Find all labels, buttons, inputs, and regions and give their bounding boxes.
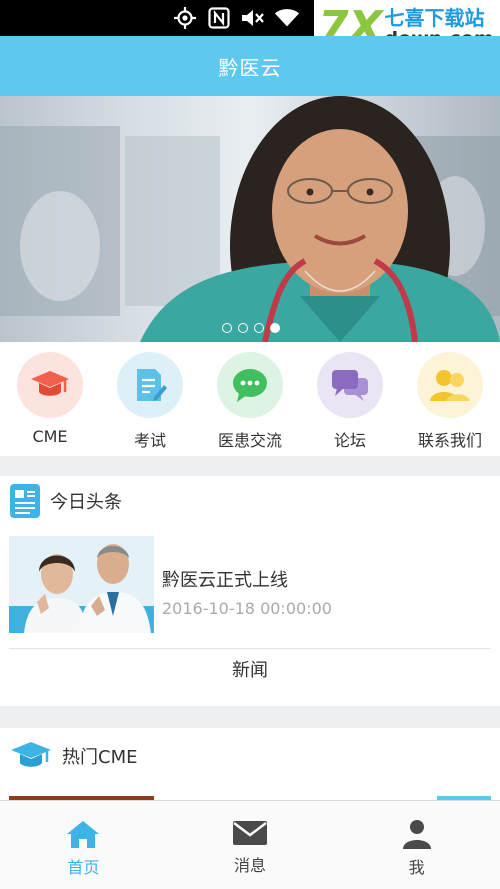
tab-label: 我: [408, 858, 425, 877]
wifi-icon: [274, 6, 300, 30]
news-timestamp: 2016-10-18 00:00:00: [162, 599, 332, 618]
chat-bubble-icon: [233, 369, 267, 402]
menu-item-doctor-patient-chat[interactable]: 医患交流: [200, 342, 300, 456]
user-icon: [402, 820, 431, 849]
hot-cme-section: 热门CME: [0, 728, 500, 800]
menu-item-forum[interactable]: 论坛: [300, 342, 400, 456]
menu-item-label: CME: [32, 427, 68, 446]
tab-label: 首页: [67, 858, 100, 877]
news-thumbnail: [9, 536, 154, 633]
section-title: 热门CME: [62, 747, 138, 768]
newspaper-icon: [10, 484, 40, 518]
page-title: 黔医云: [218, 55, 282, 80]
menu-item-contact-us[interactable]: 联系我们: [400, 342, 500, 456]
forum-icon: [332, 370, 368, 401]
mute-icon: [240, 6, 266, 30]
menu-icon-circle: [417, 352, 483, 418]
banner-image: [0, 96, 500, 342]
menu-item-exam[interactable]: 考试: [100, 342, 200, 456]
menu-item-label: 联系我们: [417, 431, 482, 450]
tab-label: 消息: [234, 856, 267, 875]
status-bar: 7X 七喜下载站 down.com: [0, 0, 500, 56]
section-title: 今日头条: [50, 492, 122, 513]
tab-messages[interactable]: 消息: [167, 801, 334, 889]
carousel-dot-active[interactable]: [270, 323, 280, 333]
menu-item-label: 论坛: [333, 431, 366, 450]
graduation-cap-icon: [31, 371, 69, 396]
carousel-dot[interactable]: [254, 323, 264, 333]
nfc-icon: [206, 6, 232, 30]
location-target-icon: [172, 6, 198, 30]
status-icons: [172, 6, 300, 30]
menu-item-label: 考试: [133, 431, 166, 450]
carousel-indicator: [222, 323, 280, 333]
headlines-section: 今日头条 黔医云正式上线 2016-10-18 00:00:00 新闻: [0, 476, 500, 706]
tab-home[interactable]: 首页: [0, 801, 167, 889]
watermark-text-top: 七喜下载站: [384, 5, 485, 30]
divider: [9, 648, 491, 649]
menu-icon-circle: [217, 352, 283, 418]
quick-menu: CME 考试 医患交流 论坛 联系我们: [0, 342, 500, 456]
home-icon: [67, 821, 100, 848]
news-title: 黔医云正式上线: [162, 570, 288, 591]
banner-carousel[interactable]: [0, 96, 500, 342]
contacts-icon: [430, 370, 470, 401]
mail-icon: [233, 821, 267, 845]
menu-item-cme[interactable]: CME: [0, 342, 100, 456]
bottom-tab-bar: 首页 消息 我: [0, 800, 500, 889]
carousel-dot[interactable]: [238, 323, 248, 333]
menu-icon-circle: [317, 352, 383, 418]
carousel-dot[interactable]: [222, 323, 232, 333]
menu-icon-circle: [117, 352, 183, 418]
exam-sheet-icon: [137, 369, 167, 401]
graduation-cap-icon: [11, 742, 51, 767]
title-bar: 黔医云: [0, 36, 500, 96]
news-more-link[interactable]: 新闻: [0, 656, 500, 682]
menu-icon-circle: [17, 352, 83, 418]
section-header: 热门CME: [10, 740, 137, 772]
tab-me[interactable]: 我: [333, 801, 500, 889]
section-header: 今日头条: [10, 484, 122, 518]
menu-item-label: 医患交流: [217, 431, 282, 450]
